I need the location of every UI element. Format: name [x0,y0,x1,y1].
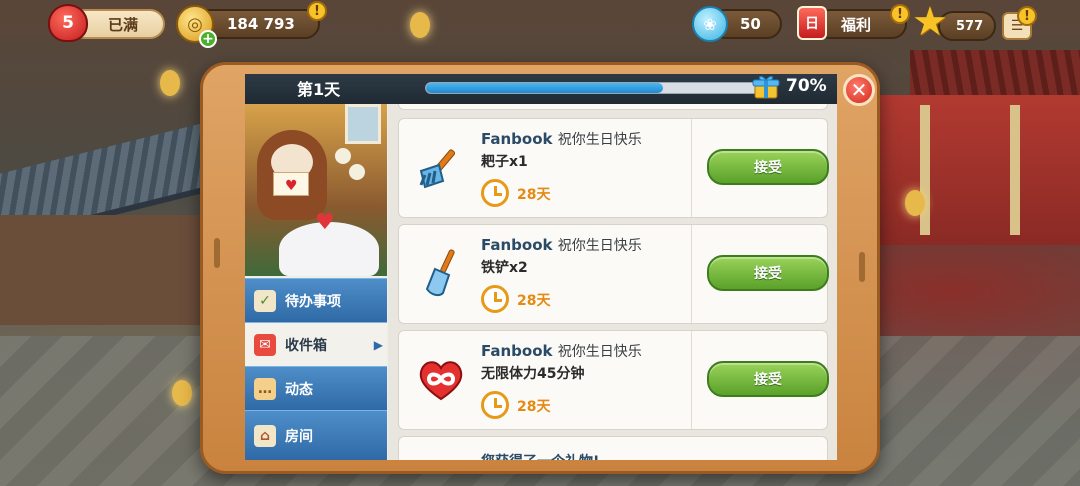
welfare-alert-mark: ! [897,6,903,22]
greeting-text: 祝你生日快乐 [557,238,642,254]
daily-progress-bar [425,82,765,94]
close-icon: ✕ [850,78,868,102]
add-coins-icon[interactable]: + [199,30,217,48]
shovel-icon [425,249,455,297]
coins-alert-icon[interactable]: ! [307,1,327,21]
gift-item-name: 无限体力45分钟 [481,366,585,382]
gems-amount: 50 [740,15,761,33]
inbox-list[interactable]: Fanbook 祝你生日快乐 耙子x1 28天 接受 Fanbook 祝你生日快… [388,104,837,460]
sidebar-item-room[interactable]: ⌂ 房间 [245,410,387,460]
lives-status: 已满 [108,15,139,34]
stars-alert-icon[interactable]: ! [1017,6,1037,26]
active-arrow-icon: ▶ [373,337,383,352]
welfare-label: 福利 [841,15,872,34]
infinite-heart-icon [419,361,463,401]
lives-count: 5 [62,13,74,33]
sender-name: Fanbook [481,130,553,148]
gift-box-icon[interactable] [752,74,780,100]
sender-name: Fanbook [481,236,553,254]
sidebar-item-todo[interactable]: ✓ 待办事项 [245,278,387,322]
flower [349,164,365,180]
clock-icon [481,391,509,419]
sidebar-item-label: 待办事项 [285,293,341,310]
progress-percent: 70% [786,76,827,96]
inbox-message-card: Fanbook 祝你生日快乐 无限体力45分钟 28天 接受 [398,330,829,430]
lantern-icon [172,380,192,406]
sidebar-item-label: 收件箱 [285,337,327,354]
inbox-message-card: Fanbook 祝你生日快乐 铁铲x2 28天 接受 [398,224,829,324]
card-divider [691,331,692,429]
sidebar-item-activity[interactable]: … 动态 [245,366,387,410]
gift-item-name: 铁铲x2 [481,260,528,276]
expiry-days: 28天 [517,187,551,203]
calendar-icon[interactable]: 日 [797,6,827,40]
message-sender: Fanbook 祝你生日快乐 [481,129,642,149]
greeting-text: 祝你生日快乐 [557,344,642,360]
previous-card-edge [398,104,828,110]
message-sender: Fanbook 祝你生日快乐 [481,235,642,255]
card-divider [691,225,692,323]
star-icon[interactable]: ★ [912,2,948,42]
heart-lives-icon[interactable]: 5 [48,4,88,42]
dialog-handle [214,238,220,268]
house-icon: ⌂ [254,424,276,447]
building-left [0,215,200,325]
clock-icon [481,285,509,313]
sender-name: Fanbook [481,342,553,360]
clock-icon [481,179,509,207]
card-divider [691,119,692,217]
stars-amount: 577 [956,18,984,34]
coins-alert-mark: ! [314,3,320,19]
inbox-message-card-partial: 您获得了一个礼物! [398,436,828,460]
window [345,104,381,144]
sidebar-item-label: 动态 [285,381,313,398]
expiry-days: 28天 [517,399,551,415]
inbox-message-card: Fanbook 祝你生日快乐 耙子x1 28天 接受 [398,118,829,218]
flower [335,148,351,164]
dialog-handle [859,252,865,282]
progress-fill [426,83,663,93]
welfare-alert-icon[interactable]: ! [890,4,910,24]
mailbox-illustration: ♥ ♥ [245,104,387,276]
message-sender: Fanbook 祝你生日快乐 [481,341,642,361]
lantern-icon [160,70,180,96]
sidebar-item-inbox[interactable]: ✉ 收件箱 ▶ [245,322,387,366]
chat-icon: … [254,377,276,400]
coins-amount: 184 793 [227,15,295,33]
lantern-icon [905,190,925,216]
gift-item-name: 耙子x1 [481,154,528,170]
close-button[interactable]: ✕ [843,74,875,106]
stars-alert-mark: ! [1024,8,1030,24]
clipboard-icon: ✓ [254,289,276,312]
accept-button[interactable]: 接受 [707,361,829,397]
expiry-days: 28天 [517,293,551,309]
heart-icon: ♥ [315,210,335,235]
partial-message-text: 您获得了一个礼物! [481,451,599,460]
pillar [920,105,930,235]
accept-button[interactable]: 接受 [707,149,829,185]
greeting-text: 祝你生日快乐 [557,132,642,148]
red-building-right [880,95,1080,245]
gem-icon[interactable]: ❀ [692,6,728,42]
lantern-icon [410,12,430,38]
day-label: 第1天 [297,80,341,99]
sidebar-item-label: 房间 [285,428,313,445]
heart-icon: ♥ [285,178,298,194]
pillar [1010,105,1020,235]
accept-button[interactable]: 接受 [707,255,829,291]
envelope-icon: ✉ [254,333,276,356]
rake-icon [419,149,456,189]
